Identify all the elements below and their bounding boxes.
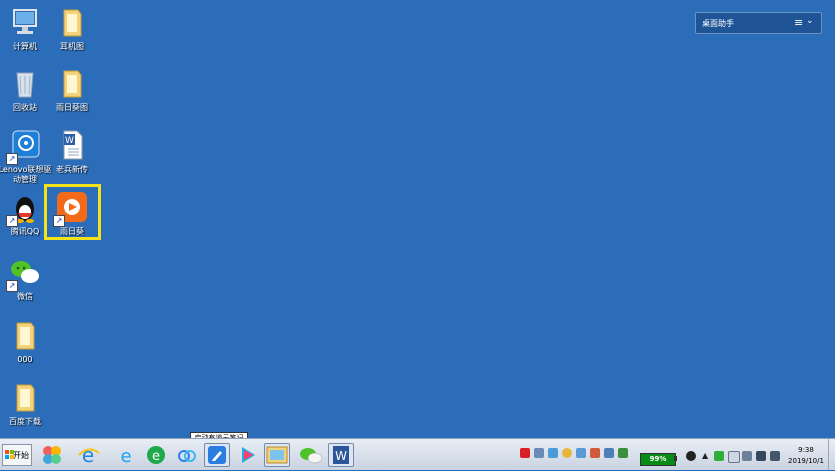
- battery-tip: [674, 456, 677, 461]
- shortcut-arrow-icon: ↗: [6, 215, 18, 227]
- taskbar-baidu-netdisk[interactable]: [175, 443, 201, 467]
- flag-icon[interactable]: [742, 451, 752, 461]
- taskbar-app-launcher[interactable]: [40, 443, 66, 467]
- edge-browser-icon: e: [120, 446, 131, 467]
- battery-indicator[interactable]: 99%: [640, 453, 676, 466]
- svg-text:W: W: [335, 449, 347, 463]
- cloud-disk-icon: [178, 450, 196, 462]
- green-browser-icon: e: [147, 446, 165, 464]
- taskbar: 开始 e e e W 99% ▲ 9:38 2019/10/1: [0, 438, 835, 470]
- volume-icon[interactable]: [770, 451, 780, 461]
- show-desktop-button[interactable]: [828, 439, 835, 470]
- penguin-icon: ↗: [6, 191, 42, 227]
- youku-icon: [242, 447, 255, 463]
- colorful-circles-icon: [43, 446, 61, 464]
- folder-000-icon[interactable]: 000: [0, 319, 53, 365]
- keyboard-icon[interactable]: [728, 451, 740, 463]
- trash-icon: [8, 67, 42, 101]
- menu-icon[interactable]: ≡: [794, 16, 803, 29]
- taskbar-image-viewer[interactable]: [264, 443, 290, 467]
- svg-text:W: W: [65, 136, 74, 146]
- assistant-title: 桌面助手: [702, 19, 734, 28]
- tray-update-icon[interactable]: [604, 448, 614, 458]
- chevron-down-icon[interactable]: ⌄: [806, 16, 814, 26]
- wechat-taskbar-icon: [300, 448, 323, 464]
- desktop-assistant-widget[interactable]: 桌面助手 ≡ ⌄: [695, 12, 822, 34]
- taskbar-word[interactable]: W: [328, 443, 354, 467]
- folder-yurikui-icon[interactable]: 雨日葵图: [44, 67, 100, 113]
- lenovo-app-icon: ↗: [6, 129, 42, 165]
- folder-icon: [8, 319, 42, 353]
- taskbar-clock[interactable]: 9:38 2019/10/1: [786, 445, 826, 467]
- svg-text:e: e: [120, 446, 131, 467]
- folder-000-label: 000: [17, 355, 33, 364]
- signal-icon[interactable]: [756, 451, 766, 461]
- selection-highlight: [44, 184, 101, 240]
- taskbar-ie-browser[interactable]: e: [76, 443, 102, 467]
- tray-message-icon[interactable]: [590, 448, 600, 458]
- picture-folder-icon: [266, 446, 288, 464]
- tray-sync-icon[interactable]: [576, 448, 586, 458]
- svg-text:e: e: [152, 449, 160, 464]
- folder-icon: [55, 6, 89, 40]
- monitor-icon: [8, 6, 42, 40]
- folder-icon: [8, 381, 42, 415]
- system-icons: ▲: [686, 446, 780, 464]
- folder-baidu-download-icon[interactable]: 百度下载: [0, 381, 53, 427]
- word-file-icon: W: [55, 129, 89, 163]
- start-button[interactable]: 开始: [2, 444, 32, 466]
- svg-text:e: e: [82, 443, 94, 467]
- windows-logo-icon: [5, 450, 14, 459]
- wechat-label: 微信: [17, 292, 33, 301]
- clock-date: 2019/10/1: [788, 457, 824, 465]
- taskbar-youku[interactable]: [235, 443, 261, 467]
- power-plug-icon[interactable]: [686, 451, 696, 461]
- taskbar-ie-green[interactable]: e: [144, 443, 170, 467]
- tray-moon-icon[interactable]: [562, 448, 572, 458]
- folder-earphone-icon[interactable]: 耳机图: [44, 6, 100, 52]
- shortcut-arrow-icon: ↗: [6, 153, 18, 165]
- taskbar-wechat[interactable]: [298, 443, 324, 467]
- tray-network-icon[interactable]: [534, 448, 544, 458]
- tray-mail-icon[interactable]: [520, 448, 530, 458]
- word-doc-label: 老兵新传: [56, 165, 88, 174]
- wechat-icon[interactable]: ↗ 微信: [0, 256, 53, 302]
- clock-time: 9:38: [798, 446, 814, 454]
- note-pen-icon: [208, 446, 226, 464]
- start-label: 开始: [13, 451, 29, 460]
- desktop: 计算机 耳机图 回收站 雨日葵图 ↗ Lenovo联想驱动管理 W 老兵新传 ↗…: [0, 0, 835, 438]
- folder-yurikui-label: 雨日葵图: [56, 103, 88, 112]
- word-app-icon: W: [333, 446, 349, 464]
- word-doc-icon[interactable]: W 老兵新传: [44, 129, 100, 175]
- show-hidden-icons-icon[interactable]: ▲: [702, 451, 712, 461]
- notification-tray: [518, 445, 628, 465]
- ie-browser-icon: e: [78, 443, 100, 467]
- tray-app-icon[interactable]: [548, 448, 558, 458]
- chat-bubbles-icon: ↗: [6, 256, 42, 292]
- taskbar-ie-blue[interactable]: e: [114, 443, 140, 467]
- taskbar-youdao-note[interactable]: [204, 443, 230, 467]
- antivirus-icon[interactable]: [714, 451, 724, 461]
- folder-icon: [55, 67, 89, 101]
- folder-baidu-download-label: 百度下载: [9, 417, 41, 426]
- folder-earphone-label: 耳机图: [60, 42, 84, 51]
- tray-security-icon[interactable]: [618, 448, 628, 458]
- shortcut-arrow-icon: ↗: [6, 280, 18, 292]
